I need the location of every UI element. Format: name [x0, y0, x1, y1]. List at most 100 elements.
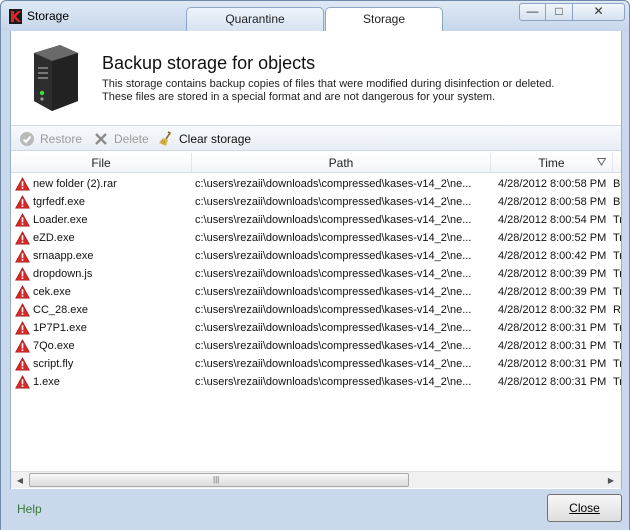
title-bar: Storage Quarantine Storage — □ ✕	[1, 1, 629, 32]
grip-icon: |||	[213, 475, 220, 484]
cell-extra: Tr	[613, 268, 621, 280]
cell-time: 4/28/2012 8:00:54 PM	[498, 214, 607, 226]
cell-time: 4/28/2012 8:00:42 PM	[498, 250, 607, 262]
description-line: This storage contains backup copies of f…	[102, 78, 555, 90]
table-row[interactable]: cek.exe c:\users\rezaii\downloads\compres…	[11, 283, 621, 301]
table-row[interactable]: dropdown.js c:\users\rezaii\downloads\com…	[11, 265, 621, 283]
column-header-file[interactable]: File	[11, 153, 192, 173]
table-row[interactable]: 1.exe c:\users\rezaii\downloads\compresse…	[11, 373, 621, 391]
maximize-button[interactable]: □	[546, 3, 573, 21]
table-row[interactable]: tgrfedf.exe c:\users\rezaii\downloads\com…	[11, 193, 621, 211]
toolbar: Restore Delete Clear storage	[11, 125, 621, 151]
content-panel: Backup storage for objects This storage …	[10, 31, 622, 489]
cell-time: 4/28/2012 8:00:31 PM	[498, 358, 607, 370]
scrollbar-thumb[interactable]: |||	[29, 473, 409, 487]
cell-extra: Tr	[613, 322, 621, 334]
warning-icon	[15, 357, 30, 371]
warning-icon	[15, 213, 30, 227]
table-row[interactable]: Loader.exe c:\users\rezaii\downloads\comp…	[11, 211, 621, 229]
warning-icon	[15, 177, 30, 191]
warning-icon	[15, 339, 30, 353]
cell-path: c:\users\rezaii\downloads\compressed\kas…	[195, 214, 472, 226]
description-line: These files are stored in a special form…	[102, 91, 496, 103]
help-link[interactable]: Help	[17, 502, 42, 516]
table-row[interactable]: eZD.exe c:\users\rezaii\downloads\compres…	[11, 229, 621, 247]
column-header-time[interactable]: Time	[491, 153, 613, 173]
restore-label: Restore	[40, 132, 83, 146]
cell-file: 7Qo.exe	[33, 340, 75, 352]
footer: Help Close	[1, 489, 629, 530]
table-row[interactable]: new folder (2).rar c:\users\rezaii\downlo…	[11, 175, 621, 193]
delete-label: Delete	[114, 132, 149, 146]
tab-quarantine[interactable]: Quarantine	[186, 7, 324, 31]
cell-path: c:\users\rezaii\downloads\compressed\kas…	[195, 358, 472, 370]
table-row[interactable]: srnaapp.exe c:\users\rezaii\downloads\com…	[11, 247, 621, 265]
cell-extra: Tr	[613, 232, 621, 244]
restore-icon	[20, 132, 34, 146]
table-row[interactable]: CC_28.exe c:\users\rezaii\downloads\compr…	[11, 301, 621, 319]
warning-icon	[15, 285, 30, 299]
cell-path: c:\users\rezaii\downloads\compressed\kas…	[195, 376, 472, 388]
cell-file: new folder (2).rar	[33, 178, 117, 190]
tab-storage[interactable]: Storage	[325, 7, 443, 32]
cell-file: dropdown.js	[33, 268, 93, 280]
cell-file: eZD.exe	[33, 232, 75, 244]
cell-file: Loader.exe	[33, 214, 88, 226]
cell-time: 4/28/2012 8:00:52 PM	[498, 232, 607, 244]
warning-icon	[15, 321, 30, 335]
page-title: Backup storage for objects	[102, 53, 316, 73]
cell-time: 4/28/2012 8:00:39 PM	[498, 286, 607, 298]
storage-table: File Path Time new folder (2).rar c:\user…	[11, 153, 621, 469]
cell-file: cek.exe	[33, 286, 71, 298]
cell-time: 4/28/2012 8:00:31 PM	[498, 376, 607, 388]
cell-file: tgrfedf.exe	[33, 196, 85, 208]
cell-time: 4/28/2012 8:00:39 PM	[498, 268, 607, 280]
cell-path: c:\users\rezaii\downloads\compressed\kas…	[195, 286, 472, 298]
cell-extra: R	[613, 304, 621, 316]
close-button[interactable]: Close	[547, 494, 622, 522]
table-row[interactable]: 7Qo.exe c:\users\rezaii\downloads\compres…	[11, 337, 621, 355]
broom-icon	[159, 131, 172, 146]
cell-extra: Tr	[613, 250, 621, 262]
cell-extra: Tr	[613, 286, 621, 298]
cell-time: 4/28/2012 8:00:31 PM	[498, 322, 607, 334]
window-title: Storage	[27, 9, 70, 23]
table-row[interactable]: 1P7P1.exe c:\users\rezaii\downloads\compr…	[11, 319, 621, 337]
cell-path: c:\users\rezaii\downloads\compressed\kas…	[195, 268, 472, 280]
cell-path: c:\users\rezaii\downloads\compressed\kas…	[195, 304, 472, 316]
cell-time: 4/28/2012 8:00:58 PM	[498, 178, 607, 190]
cell-path: c:\users\rezaii\downloads\compressed\kas…	[195, 340, 472, 352]
window-close-button[interactable]: ✕	[573, 3, 625, 21]
warning-icon	[15, 231, 30, 245]
scroll-left-icon[interactable]: ◀	[12, 473, 28, 488]
cell-path: c:\users\rezaii\downloads\compressed\kas…	[195, 178, 472, 190]
warning-icon	[15, 267, 30, 281]
app-logo-icon	[9, 9, 22, 24]
cell-extra: B	[613, 178, 621, 190]
cell-file: script.fly	[33, 358, 74, 370]
warning-icon	[15, 375, 30, 389]
cell-time: 4/28/2012 8:00:32 PM	[498, 304, 607, 316]
minimize-button[interactable]: —	[519, 3, 546, 21]
cell-file: srnaapp.exe	[33, 250, 94, 262]
sort-descending-icon	[597, 158, 606, 166]
table-row[interactable]: script.fly c:\users\rezaii\downloads\comp…	[11, 355, 621, 373]
storage-window: Storage Quarantine Storage — □ ✕ Backup …	[0, 0, 630, 530]
column-header-path[interactable]: Path	[192, 153, 491, 173]
cell-extra: Tr	[613, 340, 621, 352]
warning-icon	[15, 249, 30, 263]
cell-extra: Tr	[613, 214, 621, 226]
cell-path: c:\users\rezaii\downloads\compressed\kas…	[195, 232, 472, 244]
cell-path: c:\users\rezaii\downloads\compressed\kas…	[195, 250, 472, 262]
warning-icon	[15, 195, 30, 209]
horizontal-scrollbar[interactable]: ◀ ||| ▶	[11, 471, 621, 488]
warning-icon	[15, 303, 30, 317]
cell-path: c:\users\rezaii\downloads\compressed\kas…	[195, 322, 472, 334]
cell-file: CC_28.exe	[33, 304, 89, 316]
storage-header: Backup storage for objects This storage …	[11, 31, 621, 123]
clear-storage-label: Clear storage	[179, 132, 252, 146]
cell-time: 4/28/2012 8:00:58 PM	[498, 196, 607, 208]
server-icon	[34, 45, 78, 111]
scroll-right-icon[interactable]: ▶	[603, 473, 619, 488]
cell-extra: Tr	[613, 376, 621, 388]
